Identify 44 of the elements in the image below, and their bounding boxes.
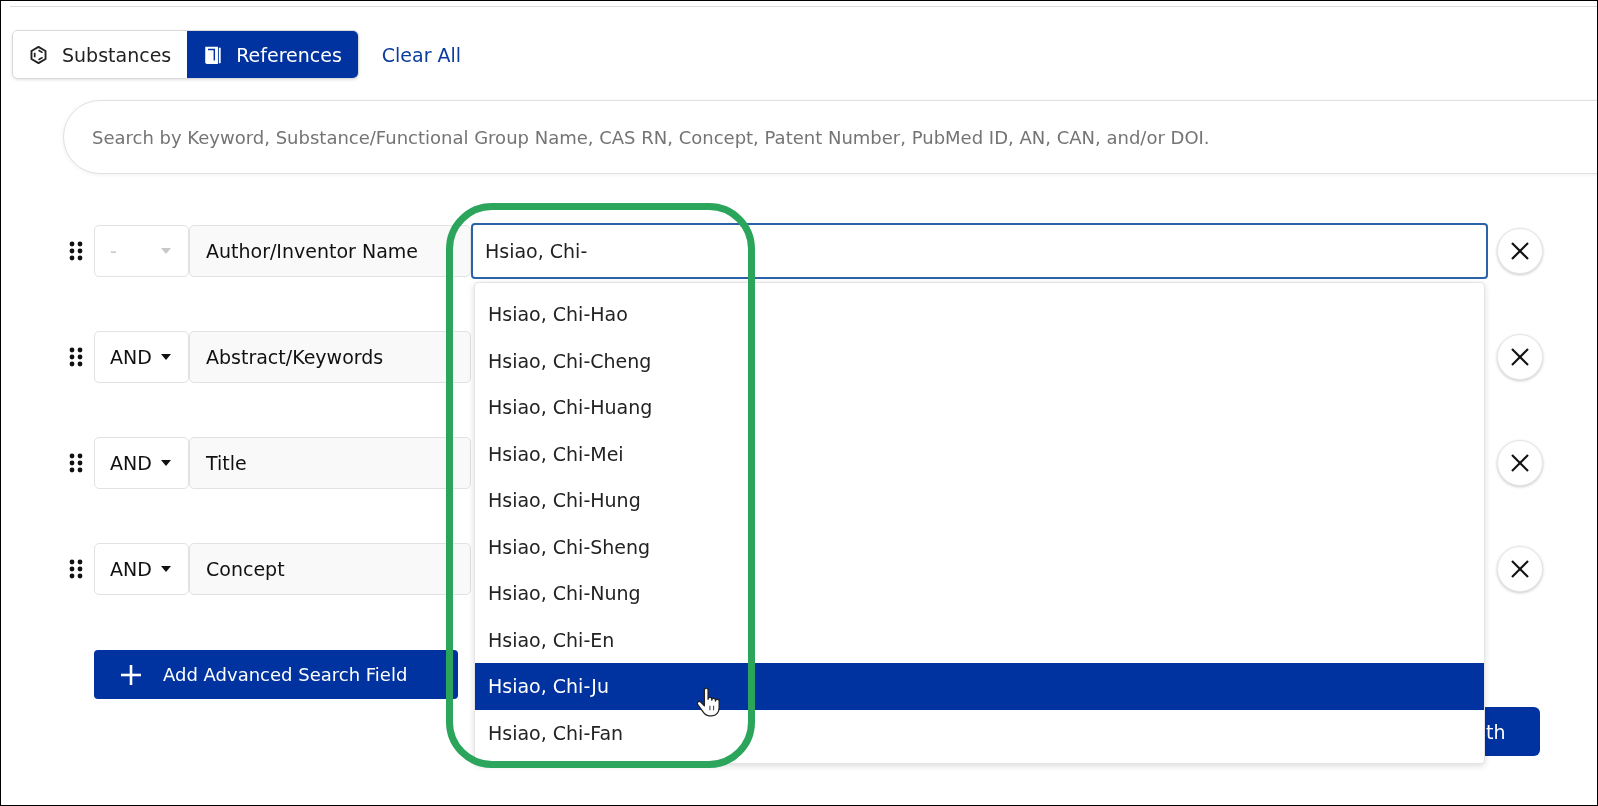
field-select[interactable]: Author/Inventor Name [189,225,471,277]
caret-down-icon [161,566,171,572]
remove-field-button[interactable] [1497,546,1543,592]
remove-field-button[interactable] [1497,440,1543,486]
operator-select[interactable]: AND [94,543,189,595]
suggestion-item[interactable]: Hsiao, Chi-Mei [475,430,1484,477]
operator-select[interactable]: AND [94,331,189,383]
hexagon-icon [29,44,48,65]
suggestion-item[interactable]: Hsiao, Chi-Ju [475,663,1484,710]
search-field[interactable]: Search by Keyword, Substance/Functional Group Name, CAS RN, Concept, Patent Number, PubMed ID, AN, CAN, and/or DOI. [63,100,1597,174]
suggestion-item[interactable]: Hsiao, Chi-En [475,616,1484,663]
caret-down-icon [161,354,171,360]
caret-down-icon [161,248,171,254]
hand-cursor-icon [697,687,721,717]
field-select[interactable]: Title [189,437,471,489]
suggestion-item[interactable]: Hsiao, Chi-Nung [475,570,1484,617]
caret-down-icon [161,460,171,466]
clear-all-link[interactable]: Clear All [381,43,462,66]
remove-field-button[interactable] [1497,228,1543,274]
close-icon [1510,347,1530,367]
close-icon [1510,453,1530,473]
operator-select[interactable]: AND [94,437,189,489]
remove-field-button[interactable] [1497,334,1543,380]
suggestion-item[interactable]: Hsiao, Chi-Cheng [475,337,1484,384]
suggestion-item[interactable]: Hsiao, Chi-Huang [475,384,1484,431]
mode-tab[interactable]: References [187,31,358,78]
suggestion-item[interactable]: Hsiao, Chi-Fan [475,709,1484,756]
field-select[interactable]: Abstract/Keywords [189,331,471,383]
drag-handle-icon[interactable] [69,347,83,367]
field-select[interactable]: Concept [189,543,471,595]
suggestion-item[interactable]: Hsiao, Chi-Hung [475,477,1484,524]
mode-tab[interactable]: Substances [13,31,188,78]
close-icon [1510,559,1530,579]
drag-handle-icon[interactable] [69,241,83,261]
suggestion-item[interactable]: Hsiao, Chi-Hao [475,291,1484,338]
plus-icon [120,663,142,686]
add-field-button[interactable]: Add Advanced Search Field [94,650,458,699]
close-icon [1510,241,1530,261]
suggestion-item[interactable]: Hsiao, Chi-Sheng [475,523,1484,570]
drag-handle-icon[interactable] [69,453,83,473]
book-icon [203,44,223,65]
drag-handle-icon[interactable] [69,559,83,579]
search-button[interactable]: th [1483,707,1540,756]
value-field[interactable]: Hsiao, Chi- [471,223,1488,279]
